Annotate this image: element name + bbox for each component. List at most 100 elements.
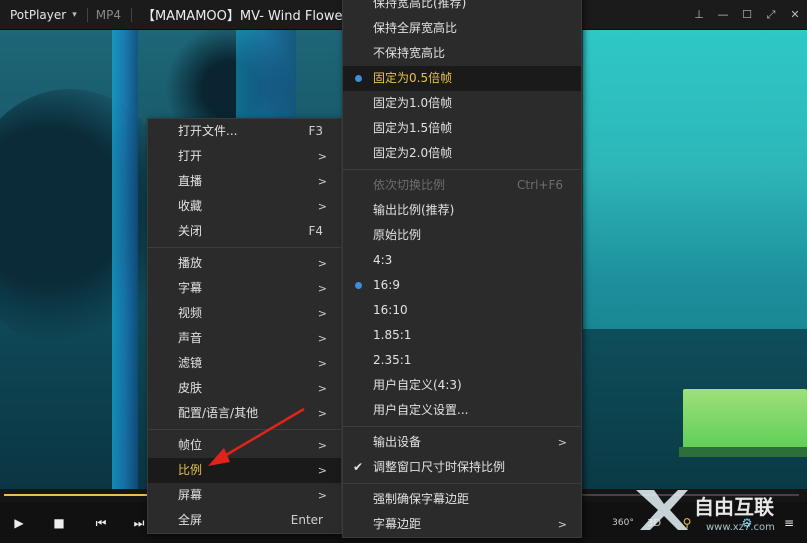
radio-dot [354, 282, 362, 289]
menu-item-label: 1.85:1 [373, 328, 412, 342]
menu-item-label: 配置/语言/其他 [178, 406, 259, 420]
ratio-menu-item[interactable]: 固定为1.5倍帧 [343, 116, 581, 141]
ratio-menu-item[interactable]: 用户自定义(4:3) [343, 373, 581, 398]
watermark-x-icon [636, 490, 688, 530]
ratio-menu-item[interactable]: 16:9 [343, 273, 581, 298]
menu-item-label: 4:3 [373, 253, 393, 267]
play-button[interactable]: ▶ [8, 512, 30, 534]
menu-item-label: 收藏 [178, 199, 203, 213]
menu-item-label: 强制确保字幕边距 [373, 492, 470, 506]
next-icon: ⏭ [133, 515, 145, 530]
ratio-menu-item[interactable]: 保持全屏宽高比 [343, 16, 581, 41]
menu-item-label: 比例 [178, 463, 203, 477]
menu-item-label: 不保持宽高比 [373, 46, 446, 60]
menu-item-label: 关闭 [178, 224, 203, 238]
ratio-menu-item[interactable]: 固定为0.5倍帧 [343, 66, 581, 91]
menu-item[interactable]: 帧位 > [148, 433, 341, 458]
menu-item[interactable]: 视频 > [148, 301, 341, 326]
menu-item-label: 滤镜 [178, 356, 203, 370]
video-green-shadow [679, 447, 807, 457]
pin-icon[interactable]: ⊥ [687, 0, 711, 29]
watermark-logo: 自由互联 www.xz7.com [636, 490, 775, 533]
watermark-text: 自由互联 [694, 495, 774, 519]
fullscreen-icon[interactable]: ⤢ [759, 0, 783, 29]
menu-item[interactable]: 打开 > [148, 144, 341, 169]
menu-item-label: 固定为1.5倍帧 [373, 121, 453, 135]
submenu-arrow-icon: > [317, 332, 327, 345]
watermark-subtext: www.xz7.com [706, 522, 775, 533]
play-icon: ▶ [14, 516, 24, 530]
app-menu-button[interactable]: PotPlayer ▾ [0, 8, 77, 22]
menu-item-label: 保持全屏宽高比 [373, 21, 458, 35]
menu-item-label: 用户自定义设置... [373, 403, 469, 417]
shortcut-key: F3 [308, 124, 323, 138]
ratio-menu-item[interactable]: 2.35:1 [343, 348, 581, 373]
menu-separator [148, 429, 341, 430]
menu-item[interactable]: 直播 > [148, 169, 341, 194]
video-cyan-region [583, 29, 807, 489]
menu-item-label: 声音 [178, 331, 203, 345]
stop-icon: ■ [53, 516, 65, 530]
ratio-menu-item[interactable]: 字幕边距 > [343, 512, 581, 537]
ratio-menu-item[interactable]: 输出比例(推荐) [343, 198, 581, 223]
menu-item-label: 播放 [178, 256, 203, 270]
ratio-menu-item[interactable]: ✔ 调整窗口尺寸时保持比例 [343, 455, 581, 480]
menu-item-label: 固定为0.5倍帧 [373, 71, 453, 85]
ratio-menu-item[interactable]: 强制确保字幕边距 [343, 487, 581, 512]
format-label: MP4 [95, 7, 121, 22]
menu-item[interactable]: 收藏 > [148, 194, 341, 219]
menu-item[interactable]: 屏幕 > [148, 483, 341, 508]
divider [86, 7, 88, 22]
submenu-arrow-icon: > [317, 150, 327, 163]
menu-item[interactable]: 播放 > [148, 251, 341, 276]
menu-item-label: 原始比例 [373, 228, 422, 242]
submenu-arrow-icon: > [317, 200, 327, 213]
menu-item-label: 固定为1.0倍帧 [373, 96, 453, 110]
ratio-menu-item[interactable]: 不保持宽高比 [343, 41, 581, 66]
ratio-menu-item[interactable]: 固定为2.0倍帧 [343, 141, 581, 166]
ratio-menu-item[interactable]: 用户自定义设置... [343, 398, 581, 423]
maximize-icon[interactable]: ☐ [735, 0, 759, 29]
menu-item-label: 固定为2.0倍帧 [373, 146, 453, 160]
submenu-arrow-icon: > [317, 357, 327, 370]
chevron-down-icon: ▾ [72, 9, 77, 20]
menu-item-label: 全屏 [178, 513, 203, 527]
seek-progress [4, 494, 156, 496]
shortcut-key: Ctrl+F6 [517, 178, 563, 192]
menu-item[interactable]: 配置/语言/其他 > [148, 401, 341, 426]
submenu-arrow-icon: > [557, 518, 567, 531]
menu-item-label: 字幕 [178, 281, 203, 295]
previous-button[interactable]: ⏮ [90, 512, 112, 534]
ratio-menu-item: 依次切换比例 Ctrl+F6 [343, 173, 581, 198]
close-icon[interactable]: ✕ [783, 0, 807, 29]
minimize-icon[interactable]: — [711, 0, 735, 29]
menu-item-label: 直播 [178, 174, 203, 188]
menu-item[interactable]: 关闭 F4 [148, 219, 341, 244]
ratio-menu-item[interactable]: 4:3 [343, 248, 581, 273]
menu-item[interactable]: 滤镜 > [148, 351, 341, 376]
menu-separator [343, 426, 581, 427]
ratio-menu-item[interactable]: 原始比例 [343, 223, 581, 248]
ratio-menu-item[interactable]: 保持宽高比(推荐) [343, 0, 581, 16]
radio-selected-icon [351, 66, 365, 91]
menu-item-label: 16:9 [373, 278, 400, 292]
ratio-menu-item[interactable]: 1.85:1 [343, 323, 581, 348]
menu-item-label: 输出比例(推荐) [373, 203, 455, 217]
ratio-menu-item[interactable]: 16:10 [343, 298, 581, 323]
submenu-arrow-icon: > [557, 436, 567, 449]
stop-button[interactable]: ■ [48, 512, 70, 534]
menu-item-label: 打开文件... [178, 124, 238, 138]
ratio-menu-item[interactable]: 固定为1.0倍帧 [343, 91, 581, 116]
ratio-menu-item[interactable]: 输出设备 > [343, 430, 581, 455]
menu-item[interactable]: 皮肤 > [148, 376, 341, 401]
submenu-arrow-icon: > [317, 175, 327, 188]
radio-dot [354, 75, 362, 82]
menu-item[interactable]: 全屏 Enter [148, 508, 341, 533]
menu-item-label: 2.35:1 [373, 353, 412, 367]
menu-item-label: 16:10 [373, 303, 408, 317]
menu-item[interactable]: 比例 > [148, 458, 341, 483]
menu-item[interactable]: 打开文件... F3 [148, 119, 341, 144]
submenu-arrow-icon: > [317, 382, 327, 395]
menu-item[interactable]: 声音 > [148, 326, 341, 351]
menu-item[interactable]: 字幕 > [148, 276, 341, 301]
